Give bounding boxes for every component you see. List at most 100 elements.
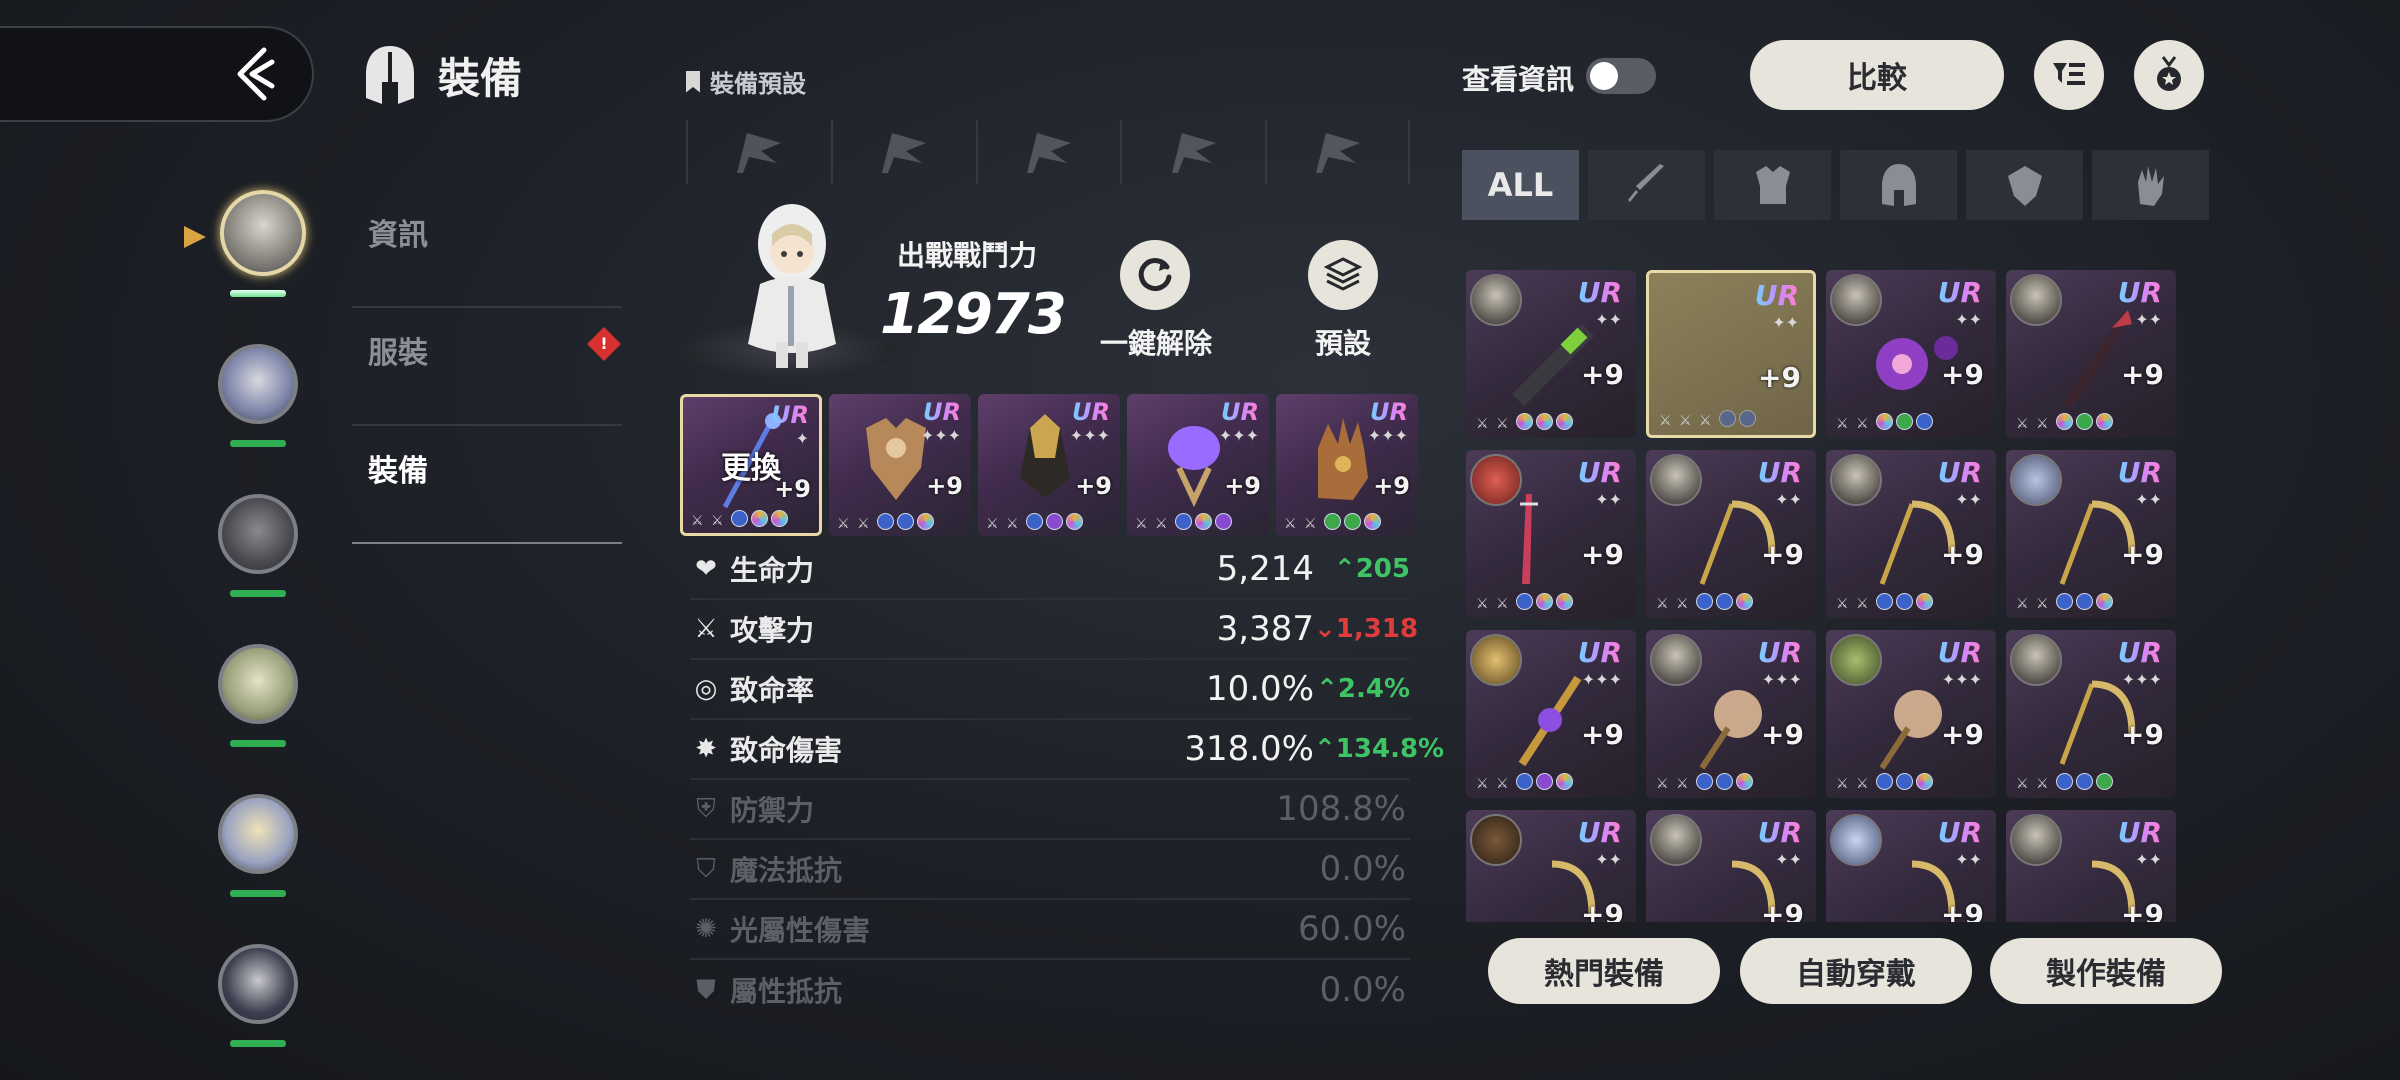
enhance-level: +9 [1373, 472, 1410, 500]
preset-slot-3[interactable] [975, 120, 1121, 184]
medal-button[interactable] [2134, 40, 2204, 110]
stat-value: 3,387 [1216, 609, 1314, 649]
avatar [218, 644, 298, 724]
inventory-item[interactable]: UR ✦✦ +9 [1826, 810, 1996, 922]
character-slot-1[interactable] [184, 190, 324, 314]
star-rating: ✦✦✦ [1218, 426, 1259, 445]
rune-row [691, 510, 788, 527]
equip-slot-helmet[interactable]: UR ✦✦✦ +9 [978, 394, 1120, 536]
stat-value: 5,214 [1216, 549, 1314, 589]
star-rating: ✦✦ [1595, 490, 1622, 509]
helmet-icon [1881, 164, 1916, 206]
filter-armor-tab[interactable] [1714, 150, 1831, 220]
inventory-item[interactable]: UR ✦✦ +9 [1826, 450, 1996, 618]
equip-slot-armor[interactable]: UR ✦✦✦ +9 [829, 394, 971, 536]
craft-equipment-button[interactable]: 製作裝備 [1990, 938, 2222, 1004]
star-rating: ✦✦ [2135, 310, 2162, 329]
inventory-item[interactable]: UR ✦✦ +9 [1466, 810, 1636, 922]
heart-plus-icon: ❤ [695, 554, 717, 584]
compare-button[interactable]: 比較 [1750, 40, 2004, 110]
star-rating: ✦✦ [1775, 490, 1802, 509]
inventory-item[interactable]: UR ✦✦✦ +9 [1466, 630, 1636, 798]
nav-item-costume[interactable]: 服裝 ! [352, 308, 622, 426]
character-slot-4[interactable] [214, 644, 324, 764]
avatar [220, 190, 306, 276]
preset-slot-5[interactable] [1265, 120, 1410, 184]
character-slot-3[interactable] [214, 494, 324, 614]
enhance-level: +9 [1761, 538, 1804, 571]
equip-slot-gloves[interactable]: UR ✦✦✦ +9 [1276, 394, 1418, 536]
rune-row [837, 513, 934, 530]
enhance-level: +9 [1941, 718, 1984, 751]
inventory-item[interactable]: UR ✦✦ +9 [2006, 810, 2176, 922]
star-rating: ✦✦ [1595, 310, 1622, 329]
character-slot-5[interactable] [214, 794, 324, 914]
inventory-item[interactable]: UR ✦✦✦ +9 [2006, 630, 2176, 798]
rarity-label: UR [1757, 636, 1802, 669]
view-info-label: 查看資訊 [1462, 63, 1575, 96]
rarity-label: UR [2117, 276, 2162, 309]
preset-slot-2[interactable] [830, 120, 976, 184]
star-rating: ✦✦ [1955, 310, 1982, 329]
medal-icon [2157, 56, 2181, 91]
flag-icon [882, 133, 927, 173]
star-rating: ✦✦ [1595, 850, 1622, 869]
rarity-label: UR [2117, 456, 2162, 489]
preset-label[interactable]: 預設 [1298, 322, 1388, 362]
unequip-all-button[interactable] [1120, 240, 1190, 310]
filter-all-tab[interactable]: ALL [1462, 150, 1579, 220]
character-slot-2[interactable] [214, 344, 324, 464]
stat-delta: ⌄1,318 [1314, 614, 1419, 644]
inventory-item[interactable]: UR ✦✦✦ +9 [1826, 630, 1996, 798]
popular-equipment-button[interactable]: 熱門裝備 [1488, 938, 1720, 1004]
toggle-knob [1590, 62, 1618, 90]
preset-slot-4[interactable] [1120, 120, 1265, 184]
equip-slot-accessory[interactable]: UR ✦✦✦ +9 [1127, 394, 1269, 536]
shield-icon: ⛨ [696, 793, 716, 824]
rarity-label: UR [1577, 276, 1622, 309]
auto-equip-button[interactable]: 自動穿戴 [1740, 938, 1972, 1004]
back-button[interactable] [0, 26, 314, 122]
inventory-item[interactable]: UR ✦✦ +9 [1826, 270, 1996, 438]
inventory-item[interactable]: UR ✦✦ +9 [2006, 270, 2176, 438]
filter-accessory-tab[interactable] [1966, 150, 2083, 220]
stat-delta-value: 205 [1355, 554, 1410, 584]
stat-name: 防禦力 [730, 794, 815, 827]
filter-helmet-tab[interactable] [1840, 150, 1957, 220]
star-rating: ✦✦✦ [1761, 670, 1802, 689]
enhance-level: +9 [1761, 718, 1804, 751]
inventory-item[interactable]: UR ✦✦ +9 [2006, 450, 2176, 618]
rarity-label: UR [1937, 816, 1982, 849]
page-title: 裝備 [438, 53, 523, 103]
inventory-item[interactable]: UR ✦✦ +9 [1646, 810, 1816, 922]
preset-slot-1[interactable] [686, 120, 831, 184]
inventory-item[interactable]: UR ✦✦✦ +9 [1646, 630, 1816, 798]
sun-icon: ✺ [695, 914, 717, 944]
nav-item-info[interactable]: 資訊 [352, 190, 622, 308]
stat-delta: ⌃134.8% [1314, 734, 1445, 764]
view-info-toggle[interactable] [1586, 58, 1656, 94]
filter-gloves-tab[interactable] [2092, 150, 2209, 220]
equip-slot-weapon[interactable]: UR ✦ +9 更換 [680, 394, 822, 536]
inventory-item-selected[interactable]: UR ✦✦ +9 [1646, 270, 1816, 438]
inventory-item[interactable]: UR ✦✦ +9 [1466, 270, 1636, 438]
nav-item-equipment[interactable]: 裝備 [352, 426, 622, 544]
inventory-item[interactable]: UR ✦✦ +9 [1646, 450, 1816, 618]
enhance-level: +9 [2121, 898, 2164, 922]
stat-value: 0.0% [1319, 970, 1406, 1010]
badge-text: ! [600, 334, 608, 353]
sort-filter-button[interactable] [2034, 40, 2104, 110]
preset-button[interactable] [1308, 240, 1378, 310]
enhance-level: +9 [1581, 718, 1624, 751]
rune-row [1135, 513, 1232, 530]
filter-all-label: ALL [1487, 166, 1554, 204]
stat-row-hp: ❤ 生命力 5,214 ⌃205 [690, 540, 1410, 600]
character-slot-6[interactable] [214, 944, 324, 1064]
inventory-item[interactable]: UR ✦✦ +9 [1466, 450, 1636, 618]
filter-weapon-tab[interactable] [1588, 150, 1705, 220]
unequip-all-label[interactable]: 一鍵解除 [1086, 322, 1226, 362]
rarity-label: UR [1937, 276, 1982, 309]
enhance-level: +9 [1941, 898, 1984, 922]
stat-name: 致命傷害 [730, 734, 843, 767]
equipment-inventory: UR✦✦ +9 UR✦✦ +9 UR✦✦ +9 UR✦✦ +9 UR✦✦ +9 … [1466, 270, 2182, 922]
